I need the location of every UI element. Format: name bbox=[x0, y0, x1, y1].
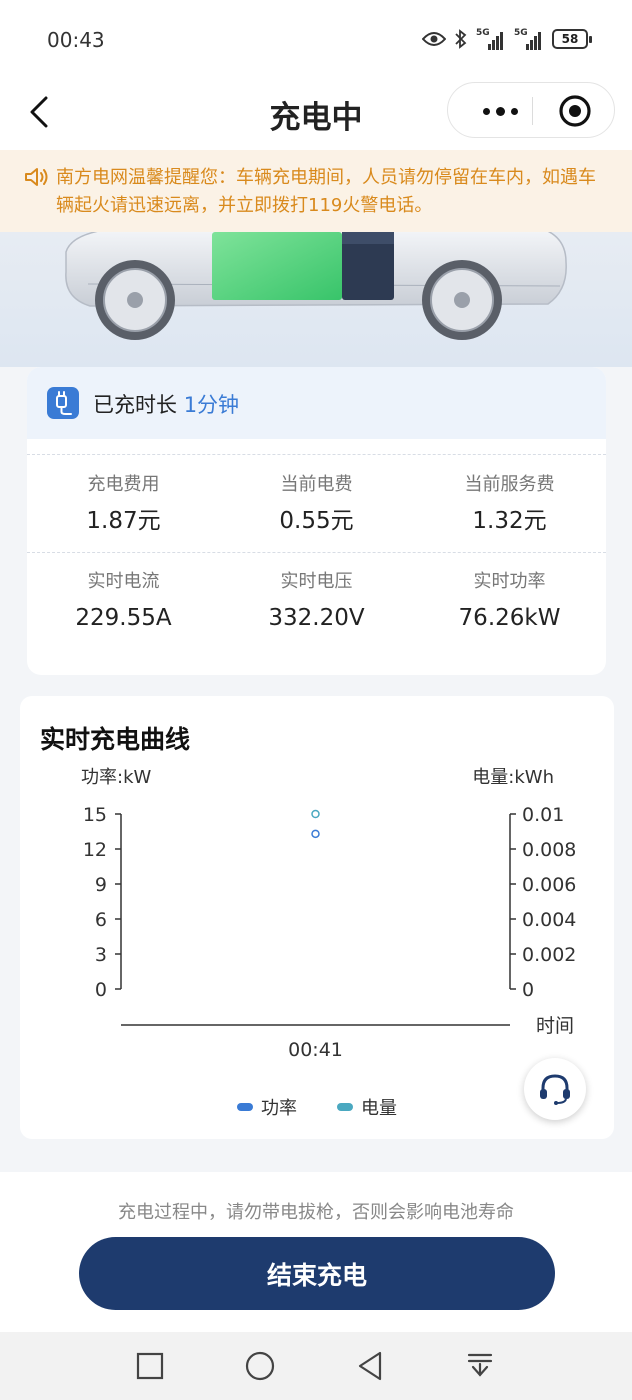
bluetooth-icon bbox=[455, 29, 467, 49]
y-left-tick-label: 15 bbox=[83, 804, 107, 826]
duration-value: 1分钟 bbox=[183, 393, 240, 417]
divider bbox=[27, 454, 606, 455]
bottom-panel: 充电过程中，请勿带电拔枪，否则会影响电池寿命 结束充电 bbox=[0, 1172, 632, 1332]
energy-point bbox=[311, 809, 320, 819]
notice-banner: 南方电网温馨提醒您：车辆充电期间，人员请勿停留在车内，如遇车辆起火请迅速远离，并… bbox=[0, 150, 632, 232]
nav-bar: 充电中 bbox=[0, 78, 632, 150]
legend-swatch-power bbox=[237, 1103, 253, 1111]
duration-header: 已充时长 1分钟 bbox=[27, 367, 606, 439]
eye-icon bbox=[422, 32, 446, 46]
y-left-tick-label: 12 bbox=[83, 839, 107, 861]
recent-apps-icon[interactable] bbox=[132, 1348, 168, 1384]
stat-current: 实时电流 229.55A bbox=[75, 571, 172, 631]
y-right-tick-label: 0 bbox=[522, 979, 534, 1001]
y-right-tick-label: 0.006 bbox=[522, 874, 576, 896]
charging-curve-chart: 功率:kW 电量:kWh 15 0.01 12 0.008 9 0.006 6 0.004 3 0.0… bbox=[81, 767, 576, 1061]
car-illustration bbox=[0, 232, 632, 367]
y-left-tick-label: 3 bbox=[95, 944, 107, 966]
duration-label: 已充时长 1分钟 bbox=[93, 393, 240, 417]
more-icon[interactable] bbox=[470, 83, 530, 139]
stat-total-fee: 充电费用 1.87元 bbox=[86, 474, 161, 534]
y-left-tick-label: 6 bbox=[95, 909, 107, 931]
divider bbox=[27, 552, 606, 553]
status-bar: 00:43 5G 5G 58 bbox=[0, 0, 632, 78]
stat-electricity-fee: 当前电费 0.55元 bbox=[279, 474, 354, 534]
headset-icon bbox=[540, 1074, 570, 1105]
stat-service-fee: 当前服务费 1.32元 bbox=[464, 474, 555, 534]
y-right-tick-label: 0.004 bbox=[522, 909, 576, 931]
notification-shade-icon[interactable] bbox=[462, 1348, 498, 1384]
signal-icon: 5G bbox=[514, 28, 544, 50]
y-left-tick-label: 0 bbox=[95, 979, 107, 1001]
notice-text: 南方电网温馨提醒您：车辆充电期间，人员请勿停留在车内，如遇车辆起火请迅速远离，并… bbox=[56, 167, 596, 216]
stat-voltage: 实时电压 332.20V bbox=[268, 571, 365, 631]
charging-curve-card: 实时充电曲线 功率:kW 电量:kWh 15 0.01 12 0.008 9 0.006 6 0.… bbox=[20, 696, 614, 1139]
y-right-axis-label: 电量:kWh bbox=[472, 767, 554, 788]
back-triangle-icon[interactable] bbox=[352, 1348, 388, 1384]
power-point bbox=[311, 829, 320, 839]
y-right-tick-label: 0.008 bbox=[522, 839, 576, 861]
speaker-icon bbox=[25, 168, 48, 186]
signal-icon: 5G bbox=[476, 28, 506, 50]
system-nav-bar bbox=[0, 1332, 632, 1400]
capsule-divider bbox=[532, 97, 533, 125]
car-image bbox=[65, 232, 567, 340]
charging-info-card: 已充时长 1分钟 充电费用 1.87元 当前电费 0.55元 当前服务费 1.3… bbox=[27, 367, 606, 675]
x-tick-label: 00:41 bbox=[288, 1039, 343, 1061]
charging-plug-icon bbox=[47, 387, 79, 419]
legend-item-power[interactable]: 功率 bbox=[237, 1094, 297, 1120]
status-time: 00:43 bbox=[47, 28, 105, 52]
home-icon[interactable] bbox=[242, 1348, 278, 1384]
customer-service-button[interactable] bbox=[524, 1058, 586, 1120]
y-left-axis-label: 功率:kW bbox=[81, 767, 151, 788]
stat-power: 实时功率 76.26kW bbox=[458, 571, 561, 631]
status-icons: 5G 5G 58 bbox=[422, 26, 592, 52]
y-right-tick-label: 0.01 bbox=[522, 804, 564, 826]
miniprogram-capsule bbox=[447, 82, 615, 138]
close-target-icon[interactable] bbox=[558, 94, 592, 128]
legend-item-energy[interactable]: 电量 bbox=[337, 1094, 397, 1120]
unplug-warning: 充电过程中，请勿带电拔枪，否则会影响电池寿命 bbox=[118, 1202, 514, 1223]
y-right-tick-label: 0.002 bbox=[522, 944, 576, 966]
end-charging-button[interactable]: 结束充电 bbox=[79, 1237, 555, 1310]
x-axis-label: 时间 bbox=[536, 1015, 574, 1037]
legend-swatch-energy bbox=[337, 1103, 353, 1111]
y-left-tick-label: 9 bbox=[95, 874, 107, 896]
battery-icon: 58 bbox=[552, 29, 592, 49]
